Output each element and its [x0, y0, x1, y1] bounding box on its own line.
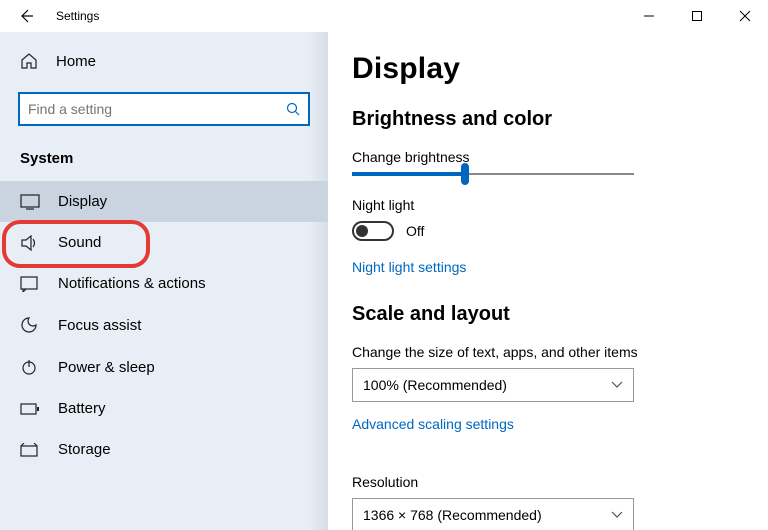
brightness-slider[interactable]: [352, 173, 634, 175]
display-icon: [20, 194, 40, 210]
focus-assist-icon: [20, 316, 40, 334]
battery-icon: [20, 403, 40, 415]
sidebar-item-label: Sound: [58, 234, 101, 251]
sidebar-item-label: Power & sleep: [58, 359, 155, 376]
slider-thumb[interactable]: [461, 163, 469, 185]
sidebar-item-label: Display: [58, 193, 107, 210]
back-icon[interactable]: [16, 6, 36, 26]
window-title: Settings: [56, 9, 99, 23]
search-box[interactable]: [18, 92, 310, 126]
window-controls: [634, 4, 760, 28]
close-button[interactable]: [730, 4, 760, 28]
notifications-icon: [20, 276, 40, 292]
sidebar-item-sound[interactable]: Sound: [0, 222, 328, 263]
sidebar-item-focus-assist[interactable]: Focus assist: [0, 304, 328, 346]
scale-dropdown[interactable]: 100% (Recommended): [352, 368, 634, 402]
maximize-button[interactable]: [682, 4, 712, 28]
sidebar-item-label: Storage: [58, 441, 111, 458]
home-nav[interactable]: Home: [0, 42, 328, 80]
advanced-scaling-link[interactable]: Advanced scaling settings: [352, 416, 514, 432]
brightness-label: Change brightness: [352, 149, 744, 165]
minimize-button[interactable]: [634, 4, 664, 28]
section-heading-scale: Scale and layout: [352, 303, 744, 326]
section-heading-brightness: Brightness and color: [352, 108, 744, 131]
scale-value: 100% (Recommended): [363, 377, 507, 393]
category-heading: System: [0, 144, 328, 181]
titlebar: Settings: [0, 0, 768, 32]
home-label: Home: [56, 53, 96, 70]
chevron-down-icon: [611, 511, 623, 519]
power-icon: [20, 358, 40, 376]
search-input[interactable]: [28, 101, 286, 117]
scale-label: Change the size of text, apps, and other…: [352, 344, 744, 360]
home-icon: [20, 52, 38, 70]
sidebar-item-power-sleep[interactable]: Power & sleep: [0, 346, 328, 388]
search-icon: [286, 102, 300, 116]
night-light-toggle[interactable]: [352, 221, 394, 241]
sidebar-item-notifications[interactable]: Notifications & actions: [0, 263, 328, 304]
slider-fill: [352, 172, 465, 176]
page-title: Display: [352, 52, 744, 86]
sidebar: Home System Display Sound Notifica: [0, 32, 328, 530]
night-light-state: Off: [406, 223, 424, 239]
content-area: Display Brightness and color Change brig…: [328, 32, 768, 530]
sidebar-item-label: Notifications & actions: [58, 275, 206, 292]
sound-icon: [20, 235, 40, 251]
storage-icon: [20, 443, 40, 457]
resolution-value: 1366 × 768 (Recommended): [363, 507, 542, 523]
night-light-settings-link[interactable]: Night light settings: [352, 259, 466, 275]
sidebar-item-display[interactable]: Display: [0, 181, 328, 222]
sidebar-item-label: Focus assist: [58, 317, 141, 334]
resolution-label: Resolution: [352, 474, 744, 490]
sidebar-item-storage[interactable]: Storage: [0, 429, 328, 470]
chevron-down-icon: [611, 381, 623, 389]
night-light-label: Night light: [352, 197, 744, 213]
sidebar-item-battery[interactable]: Battery: [0, 388, 328, 429]
resolution-dropdown[interactable]: 1366 × 768 (Recommended): [352, 498, 634, 530]
toggle-knob: [356, 225, 368, 237]
sidebar-item-label: Battery: [58, 400, 106, 417]
